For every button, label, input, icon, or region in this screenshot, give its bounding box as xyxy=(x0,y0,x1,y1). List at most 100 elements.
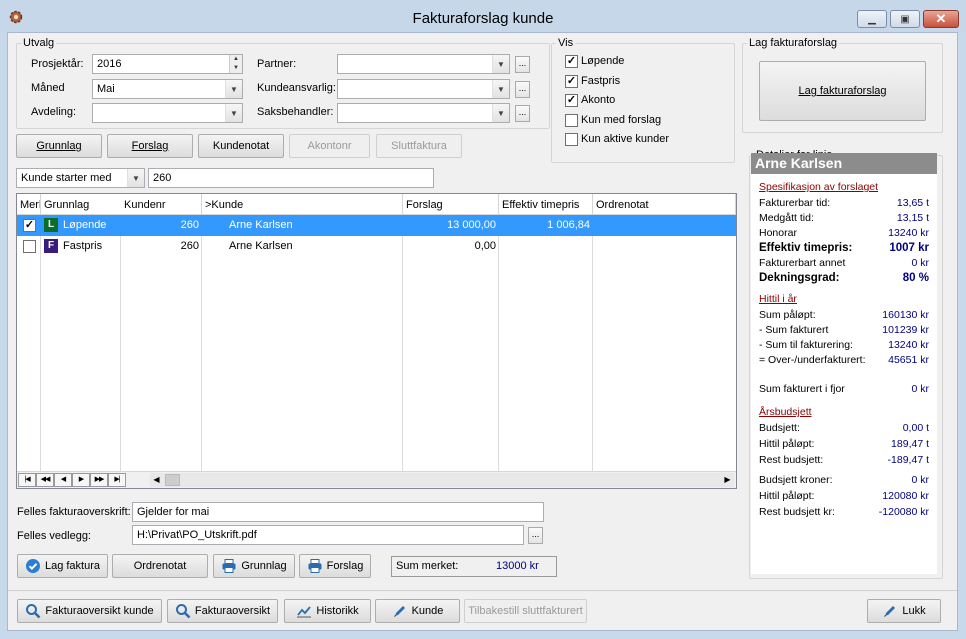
nav-button-4[interactable]: ▶▶ xyxy=(90,473,108,487)
detail-label: Budsjett kroner: xyxy=(759,474,833,486)
kundenr-cell: 260 xyxy=(180,240,199,252)
print-forslag-button[interactable]: Forslag xyxy=(299,554,371,578)
column-header[interactable]: Ordrenotat xyxy=(593,194,736,215)
vis-checkbox-1[interactable]: ✓ xyxy=(565,74,578,88)
overskrift-input[interactable]: Gjelder for mai xyxy=(132,502,544,522)
spin-down-icon: ▼ xyxy=(233,65,239,71)
lag-fakturaforslag-button[interactable]: Lag fakturaforslag xyxy=(759,61,926,121)
ordrenotat-button[interactable]: Ordrenotat xyxy=(112,554,208,578)
row-checkbox[interactable] xyxy=(23,240,36,253)
detail-value: 0,00 t xyxy=(902,422,929,434)
column-header[interactable]: Grunnlag xyxy=(41,194,122,215)
detail-value: -189,47 t xyxy=(887,454,929,466)
vis-option-label: Akonto xyxy=(581,94,616,106)
vedlegg-browse-button[interactable]: ... xyxy=(528,527,543,544)
nav-button-3[interactable]: ▶ xyxy=(72,473,90,487)
saksbehandler-browse-button[interactable]: ... xyxy=(515,105,530,122)
horizontal-scrollbar[interactable]: ◀ ▶ xyxy=(150,473,734,487)
prosjektar-input[interactable]: 2016 ▲ ▼ xyxy=(92,54,243,74)
detail-label: Sum påløpt: xyxy=(759,309,816,321)
maned-select[interactable]: Mai ▼ xyxy=(92,79,243,99)
table-row[interactable]: ✓ L Løpende 260 Arne Karlsen 13 000,00 1 006,8… xyxy=(17,215,736,236)
column-header[interactable]: Effektiv timepris xyxy=(499,194,593,215)
saksbehandler-select[interactable]: ▼ xyxy=(337,103,510,123)
separator xyxy=(8,590,957,591)
ordrenotat-cell xyxy=(593,215,736,236)
forslag-button[interactable]: Forslag xyxy=(107,134,193,158)
sum-merket-box: Sum merket: 13000 kr xyxy=(391,556,557,577)
scroll-thumb[interactable] xyxy=(165,474,180,486)
nav-button-5[interactable]: ▶| xyxy=(108,473,126,487)
overskrift-label: Felles fakturaoverskrift: xyxy=(17,506,131,518)
detail-value: 13,15 t xyxy=(896,212,929,224)
vis-option-label: Kun aktive kunder xyxy=(581,133,670,145)
detail-label: Effektiv timepris: xyxy=(759,242,853,254)
vedlegg-input[interactable]: H:\Privat\PO_Utskrift.pdf xyxy=(132,525,524,545)
avdeling-select[interactable]: ▼ xyxy=(92,103,243,123)
minimize-button[interactable]: ▁ xyxy=(857,10,887,28)
detail-value: 189,47 t xyxy=(891,438,929,450)
search-icon xyxy=(175,604,191,619)
detail-value: 80 % xyxy=(902,272,929,284)
column-header[interactable]: Forslag xyxy=(403,194,499,215)
vis-checkbox-3[interactable] xyxy=(565,113,578,127)
table-row[interactable]: F Fastpris 260 Arne Karlsen 0,00 xyxy=(17,236,736,257)
historikk-button[interactable]: Historikk xyxy=(284,599,371,623)
kundeansvarlig-select[interactable]: ▼ xyxy=(337,79,510,99)
check-circle-icon xyxy=(25,559,40,573)
tilbakestill-sluttfakturert-button[interactable]: Tilbakestill sluttfakturert xyxy=(464,599,587,623)
record-navigator: |◀ ◀◀ ◀ ▶ ▶▶ ▶| xyxy=(18,473,126,487)
scroll-left-icon[interactable]: ◀ xyxy=(150,473,163,487)
sluttfaktura-button[interactable]: Sluttfaktura xyxy=(376,134,462,158)
vis-checkbox-4[interactable] xyxy=(565,133,578,146)
detail-value: 0 kr xyxy=(911,383,929,395)
scroll-right-icon[interactable]: ▶ xyxy=(721,473,734,487)
detail-value: 0 kr xyxy=(911,257,929,269)
detail-value: 101239 kr xyxy=(882,324,929,336)
column-header[interactable]: >Kunde xyxy=(202,194,403,215)
close-button[interactable]: ✕ xyxy=(923,10,959,28)
lag-fakturaforslag-legend: Lag fakturaforslag xyxy=(749,37,838,49)
chevron-down-icon: ▼ xyxy=(127,169,144,187)
lukk-button[interactable]: Lukk xyxy=(867,599,941,623)
detail-value: 13240 kr xyxy=(888,339,929,351)
kunde-button[interactable]: Kunde xyxy=(375,599,460,623)
filter-mode-select[interactable]: Kunde starter med ▼ xyxy=(16,168,145,188)
search-icon xyxy=(26,604,41,619)
title-bar: Fakturaforslag kunde ▁ ▣ ✕ xyxy=(0,0,966,32)
kundeansvarlig-browse-button[interactable]: ... xyxy=(515,81,530,98)
lag-faktura-button[interactable]: Lag faktura xyxy=(17,554,108,578)
fakturaoversikt-button[interactable]: Fakturaoversikt xyxy=(167,599,278,623)
timepris-cell: 1 006,84 xyxy=(547,219,590,231)
row-checkbox[interactable]: ✓ xyxy=(23,219,36,232)
filter-value-input[interactable]: 260 xyxy=(148,168,434,188)
akontonr-button[interactable]: Akontonr xyxy=(289,134,370,158)
nav-button-1[interactable]: ◀◀ xyxy=(36,473,54,487)
column-header[interactable]: Merk xyxy=(17,194,41,215)
kundenotat-button[interactable]: Kundenotat xyxy=(198,134,284,158)
details-section-title: Hittil i år xyxy=(759,293,797,305)
vis-checkbox-0[interactable]: ✓ xyxy=(565,55,578,68)
nav-button-0[interactable]: |◀ xyxy=(18,473,36,487)
year-spinner[interactable]: ▲ ▼ xyxy=(229,55,242,73)
chevron-down-icon: ▼ xyxy=(492,104,509,122)
column-header[interactable]: Kundenr xyxy=(121,194,202,215)
detail-value: 120080 kr xyxy=(882,490,929,502)
print-grunnlag-button[interactable]: Grunnlag xyxy=(213,554,295,578)
detail-value: 45651 kr xyxy=(888,354,929,366)
partner-select[interactable]: ▼ xyxy=(337,54,510,74)
grunnlag-button[interactable]: Grunnlag xyxy=(16,134,102,158)
utvalg-legend: Utvalg xyxy=(23,37,55,49)
partner-browse-button[interactable]: ... xyxy=(515,56,530,73)
details-customer-name: Arne Karlsen xyxy=(751,153,937,174)
detail-label: Hittil påløpt: xyxy=(759,438,815,450)
grunnlag-text: Løpende xyxy=(63,218,107,231)
chevron-down-icon: ▼ xyxy=(492,80,509,98)
vis-legend: Vis xyxy=(558,37,574,49)
detail-value: 13240 kr xyxy=(888,227,929,239)
vis-checkbox-2[interactable]: ✓ xyxy=(565,94,578,107)
fakturaoversikt-kunde-button[interactable]: Fakturaoversikt kunde xyxy=(17,599,162,623)
nav-button-2[interactable]: ◀ xyxy=(54,473,72,487)
maximize-button[interactable]: ▣ xyxy=(890,10,920,28)
detail-value: 1007 kr xyxy=(889,242,929,254)
